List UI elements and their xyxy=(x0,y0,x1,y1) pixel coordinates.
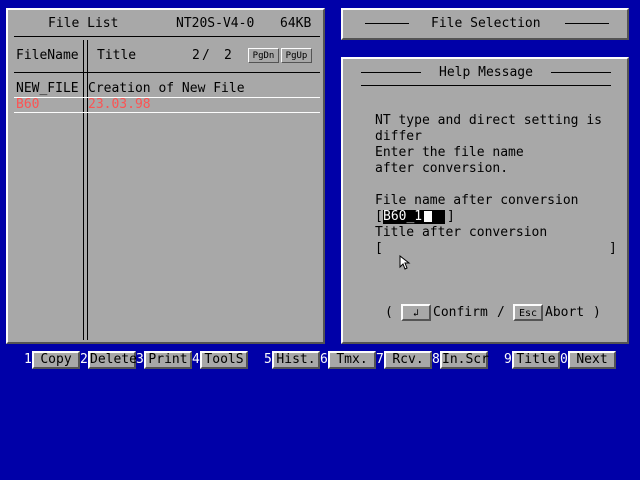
file-name-input[interactable]: B60_1 xyxy=(383,210,445,224)
help-header-divider xyxy=(361,85,611,86)
row-title: Creation of New File xyxy=(88,81,245,96)
paren-open: ( xyxy=(385,305,393,320)
transmit-button[interactable]: Tmx. xyxy=(328,351,376,369)
help-text-line-4: after conversion. xyxy=(375,161,509,176)
delete-button[interactable]: Delete xyxy=(88,351,137,369)
column-divider xyxy=(14,72,320,73)
fkey-number-2: 2 xyxy=(80,352,88,367)
fkey-number-9: 9 xyxy=(504,352,512,367)
title-rule-right xyxy=(551,72,611,73)
fkey-number-5: 5 xyxy=(264,352,272,367)
file-name-value: B60_1 xyxy=(383,209,423,224)
title-rule-left xyxy=(365,23,409,24)
fkey-number-3: 3 xyxy=(136,352,144,367)
text-cursor xyxy=(424,211,433,222)
print-button[interactable]: Print xyxy=(144,351,192,369)
paren-close: ) xyxy=(593,305,601,320)
fkey-number-7: 7 xyxy=(376,352,384,367)
help-text-line-2: differ xyxy=(375,129,422,144)
file-name-bracket-close: ] xyxy=(447,209,455,224)
file-name-label: File name after conversion xyxy=(375,193,579,208)
model-label: NT20S-V4-0 xyxy=(176,16,255,31)
title-bracket-open: [ xyxy=(375,241,383,256)
file-list-title: File List xyxy=(48,16,119,31)
tools-button[interactable]: ToolS xyxy=(200,351,248,369)
fkey-number-1: 1 xyxy=(24,352,32,367)
enter-key-icon: ↲ xyxy=(412,308,420,319)
help-message-panel: Help Message NT type and direct setting … xyxy=(341,57,629,344)
confirm-key[interactable]: ↲ xyxy=(401,304,431,321)
page-up-button[interactable]: PgUp xyxy=(281,48,312,63)
title-button[interactable]: Title xyxy=(512,351,560,369)
title-rule-right xyxy=(565,23,609,24)
confirm-label[interactable]: Confirm xyxy=(433,305,488,321)
help-message-title: Help Message xyxy=(439,65,533,80)
header-divider xyxy=(14,36,320,37)
file-name-bracket-open: [ xyxy=(375,209,383,224)
slash-separator: / xyxy=(497,305,505,320)
fkey-number-6: 6 xyxy=(320,352,328,367)
copy-button[interactable]: Copy xyxy=(32,351,80,369)
history-button[interactable]: Hist. xyxy=(272,351,320,369)
file-selection-bar: File Selection xyxy=(341,8,629,40)
help-text-line-3: Enter the file name xyxy=(375,145,524,160)
memory-size-label: 64KB xyxy=(280,16,312,31)
fkey-number-8: 8 xyxy=(432,352,440,367)
abort-label[interactable]: Abort xyxy=(545,305,584,321)
title-bracket-close: ] xyxy=(609,241,617,256)
help-text-line-1: NT type and direct setting is xyxy=(375,113,602,128)
page-total: 2 xyxy=(224,48,232,63)
row-filename: NEW_FILE xyxy=(16,81,79,96)
row-title: 23.03.98 xyxy=(88,97,151,112)
mouse-pointer-icon xyxy=(399,255,411,270)
fkey-number-0: 0 xyxy=(560,352,568,367)
abort-key[interactable]: Esc xyxy=(513,304,543,321)
file-list-panel: File List NT20S-V4-0 64KB FileName Title… xyxy=(6,8,325,344)
row-filename: B60 xyxy=(16,97,40,112)
file-selection-title: File Selection xyxy=(431,16,541,31)
column-header-filename[interactable]: FileName xyxy=(16,48,79,64)
fkey-number-4: 4 xyxy=(192,352,200,367)
table-row-selected[interactable] xyxy=(14,97,320,113)
column-header-title[interactable]: Title xyxy=(97,48,136,64)
page-down-button[interactable]: PgDn xyxy=(248,48,279,63)
next-button[interactable]: Next xyxy=(568,351,616,369)
title-input[interactable] xyxy=(383,241,607,257)
title-rule-left xyxy=(361,72,421,73)
receive-button[interactable]: Rcv. xyxy=(384,351,432,369)
page-separator: / xyxy=(202,48,210,63)
column-separator-left xyxy=(83,40,84,340)
title-after-label: Title after conversion xyxy=(375,225,548,240)
page-current: 2 xyxy=(192,48,200,63)
in-screen-button[interactable]: In.Scr xyxy=(440,351,489,369)
